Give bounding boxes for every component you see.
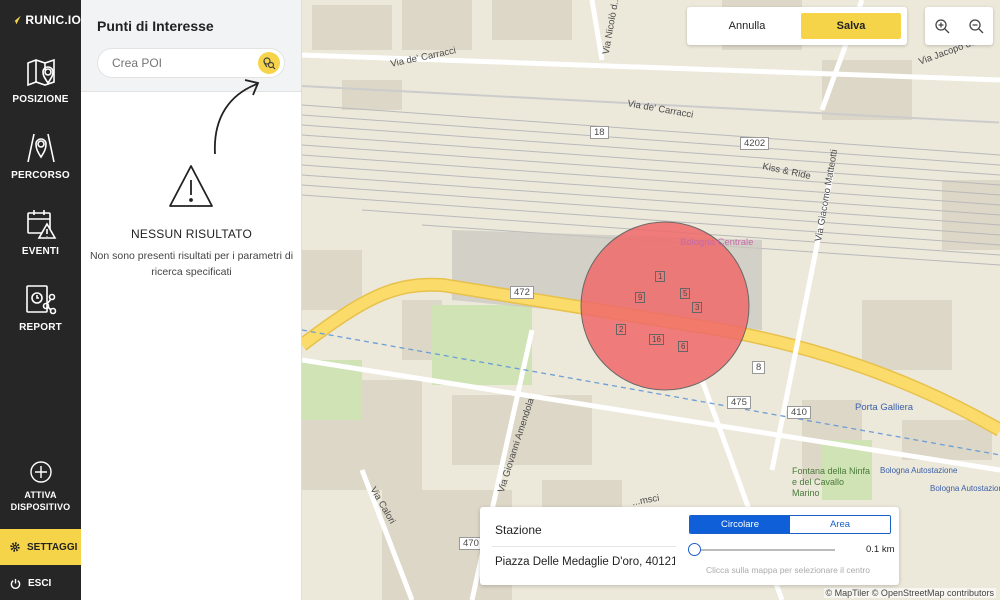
calendar-alert-icon [26, 210, 56, 239]
map-label: Fontana della Ninfa e del Cavallo Marino [792, 466, 871, 498]
radius-slider-track[interactable] [695, 549, 835, 551]
logo-icon [10, 15, 21, 25]
poi-address-field[interactable]: Piazza Delle Medaglie D'oro, 40121 Bolog… [495, 556, 675, 568]
activate-device-button[interactable]: ATTIVA DISPOSITIVO [0, 460, 81, 513]
tab-area[interactable]: Area [790, 516, 890, 533]
zoom-out-icon[interactable] [968, 18, 984, 34]
poi-name-field[interactable]: Stazione [495, 523, 542, 537]
road-number: 18 [590, 126, 609, 139]
power-icon [10, 578, 21, 589]
road-number: 410 [787, 406, 811, 419]
road-number: 4202 [740, 137, 770, 150]
search-box [97, 48, 285, 78]
warning-icon [169, 165, 213, 207]
route-icon [26, 133, 55, 163]
panel-title: Punti di Interesse [97, 18, 214, 34]
sidebar: RUNIC.IO POSIZIONE PERCORSO EVENTI REPOR… [0, 0, 81, 600]
logo[interactable]: RUNIC.IO [0, 0, 81, 40]
sidebar-item-label: POSIZIONE [12, 94, 69, 105]
zoom-in-icon[interactable] [934, 18, 950, 34]
search-input[interactable] [112, 56, 242, 70]
sidebar-item-label: REPORT [19, 322, 62, 333]
empty-title: NESSUN RISULTATO [131, 227, 252, 241]
logout-button[interactable]: ESCI [0, 566, 81, 600]
sidebar-item-eventi[interactable]: EVENTI [0, 208, 81, 257]
platform-number: 6 [678, 341, 689, 352]
road-number: 8 [752, 361, 766, 374]
platform-number: 3 [692, 302, 703, 313]
platform-number: 16 [649, 334, 664, 345]
activate-label: ATTIVA DISPOSITIVO [11, 489, 71, 513]
panel-header: Punti di Interesse [81, 0, 301, 92]
poi-panel: Punti di Interesse NESSUN RISULTATO Non … [81, 0, 302, 600]
sidebar-item-percorso[interactable]: PERCORSO [0, 132, 81, 181]
tab-circolare[interactable]: Circolare [690, 516, 790, 533]
empty-text: Non sono presenti risultati per i parame… [89, 250, 294, 278]
form-divider [492, 546, 676, 547]
map-label: Bologna Centrale [680, 237, 754, 248]
platform-number: 9 [635, 292, 646, 303]
road-number: 472 [510, 286, 534, 299]
poi-form: Stazione Piazza Delle Medaglie D'oro, 40… [480, 507, 899, 585]
activate-line-2: DISPOSITIVO [10, 502, 71, 512]
map-label: Bologna Autostazione [930, 484, 1000, 493]
activate-line-1: ATTIVA [24, 490, 57, 500]
logo-text: RUNIC.IO [25, 13, 81, 27]
pointer-arrow-icon [214, 79, 260, 155]
logout-label: ESCI [28, 577, 52, 589]
settings-button[interactable]: SETTAGGI [0, 529, 81, 565]
platform-number: 1 [655, 271, 666, 282]
map-hint: Clicca sulla mappa per selezionare il ce… [706, 565, 870, 575]
map-label: Bologna Autostazione [880, 466, 958, 475]
sidebar-item-label: PERCORSO [11, 170, 70, 181]
pin-search-icon [263, 57, 276, 70]
gear-icon [10, 542, 20, 552]
save-button[interactable]: Salva [801, 13, 901, 39]
map-pin-icon [26, 58, 55, 87]
radius-value: 0.1 km [866, 544, 895, 555]
cancel-button[interactable]: Annulla [693, 13, 801, 39]
platform-number: 2 [616, 324, 627, 335]
action-bar: Annulla Salva [687, 7, 907, 45]
create-poi-button[interactable] [258, 52, 280, 74]
report-icon [25, 285, 56, 315]
plus-circle-icon [29, 461, 52, 483]
map-label: Porta Galliera [855, 402, 914, 413]
road-number: 475 [727, 396, 751, 409]
zoom-controls [925, 7, 993, 45]
sidebar-item-report[interactable]: REPORT [0, 284, 81, 333]
radius-slider-handle[interactable] [688, 543, 701, 556]
shape-tabs: Circolare Area [689, 515, 891, 534]
sidebar-item-label: EVENTI [21, 246, 60, 257]
sidebar-item-posizione[interactable]: POSIZIONE [0, 56, 81, 105]
settings-label: SETTAGGI [27, 541, 78, 553]
platform-number: 5 [680, 288, 691, 299]
map-attribution[interactable]: © MapTiler © OpenStreetMap contributors [823, 588, 996, 598]
